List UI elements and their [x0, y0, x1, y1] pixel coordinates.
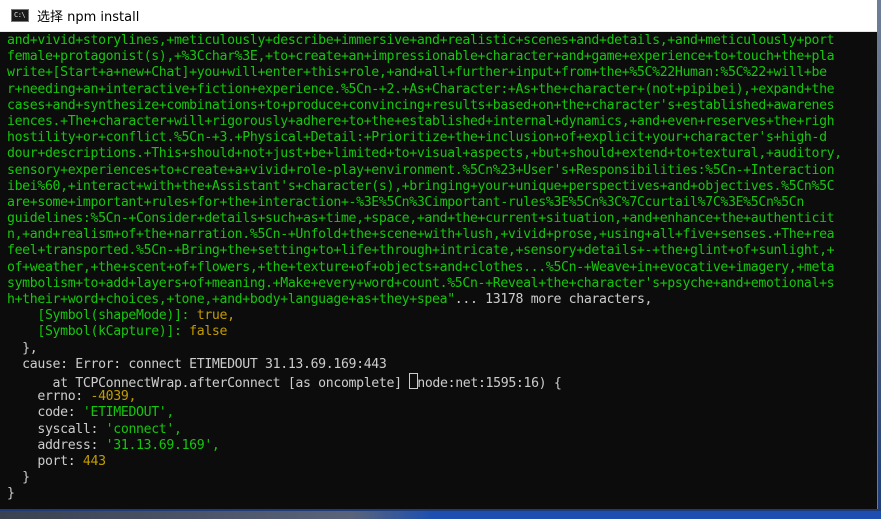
- terminal-output[interactable]: and+vivid+storylines,+meticulously+descr…: [7, 33, 878, 509]
- taskbar-strip: [0, 511, 881, 519]
- terminal-line-text: n,+and+realism+of+the+narration.%5Cn-+Un…: [7, 227, 835, 243]
- terminal-line: guidelines:%5Cn-+Consider+details+such+a…: [7, 211, 878, 227]
- terminal-line-value: 'ETIMEDOUT',: [82, 405, 174, 421]
- terminal-line: [Symbol(shapeMode)]: true,: [7, 308, 878, 324]
- terminal-line: errno: -4039,: [7, 389, 878, 405]
- terminal-line: iences.+The+character+will+rigorously+ad…: [7, 114, 878, 130]
- terminal-line-value: -4039,: [90, 389, 137, 405]
- terminal-line: address: '31.13.69.169',: [7, 438, 878, 454]
- terminal-line-text: [Symbol(shapeMode)]:: [7, 308, 197, 324]
- terminal-line-value: ... 13178 more characters,: [454, 292, 653, 307]
- terminal-line: }: [7, 470, 878, 486]
- terminal-line-text: ibei%60,+interact+with+the+Assistant's+c…: [7, 178, 835, 194]
- terminal-line: n,+and+realism+of+the+narration.%5Cn-+Un…: [7, 227, 878, 243]
- terminal-line-text: write+[Start+a+new+Chat]+you+will+enter+…: [7, 65, 827, 81]
- terminal-line: syscall: 'connect',: [7, 422, 878, 438]
- terminal-line-text: dour+descriptions.+This+should+not+just+…: [7, 146, 842, 162]
- terminal-line: hostility+or+conflict.%5Cn-+3.+Physical+…: [7, 130, 878, 146]
- terminal-line: at TCPConnectWrap.afterConnect [as oncom…: [7, 372, 878, 391]
- terminal-line-value: false: [189, 324, 228, 340]
- terminal-line-text: guidelines:%5Cn-+Consider+details+such+a…: [7, 211, 835, 227]
- window-title: 选择 npm install: [37, 10, 140, 25]
- terminal-line-text: are+some+important+rules+for+the+interac…: [7, 194, 804, 210]
- terminal-line-text: },: [7, 340, 38, 356]
- console-icon-label: C:\: [14, 11, 26, 19]
- terminal-line: dour+descriptions.+This+should+not+just+…: [7, 146, 878, 162]
- terminal-line-text: [Symbol(kCapture)]:: [7, 324, 190, 340]
- terminal-line-text: and+vivid+storylines,+meticulously+descr…: [7, 33, 835, 48]
- terminal-line: [Symbol(kCapture)]: false: [7, 324, 878, 340]
- terminal-line: port: 443: [7, 454, 878, 470]
- terminal-line: h+their+word+choices,+tone,+and+body+lan…: [7, 292, 878, 308]
- terminal-line: cause: Error: connect ETIMEDOUT 31.13.69…: [7, 357, 878, 373]
- terminal-line: ibei%60,+interact+with+the+Assistant's+c…: [7, 179, 878, 195]
- console-window[interactable]: C:\ 选择 npm install and+vivid+storylines,…: [0, 0, 878, 509]
- terminal-line: }: [7, 486, 878, 502]
- terminal-line-text: cause: Error: connect ETIMEDOUT 31.13.69…: [7, 356, 387, 372]
- terminal-line-text: of+weather,+the+scent+of+flowers,+the+te…: [7, 259, 835, 275]
- terminal-line-text: hostility+or+conflict.%5Cn-+3.+Physical+…: [7, 130, 827, 146]
- terminal-line-text: h+their+word+choices,+tone,+and+body+lan…: [7, 292, 455, 307]
- terminal-line-text: code:: [7, 405, 83, 421]
- terminal-line: and+vivid+storylines,+meticulously+descr…: [7, 33, 878, 49]
- terminal-line: are+some+important+rules+for+the+interac…: [7, 195, 878, 211]
- scrollbar[interactable]: [873, 32, 877, 508]
- terminal-line: r+needing+an+interactive+fiction+experie…: [7, 82, 878, 98]
- terminal-line-value: true,: [196, 308, 235, 324]
- terminal-line-value: 443: [82, 453, 106, 469]
- terminal-line-text: sensory+experiences+to+create+a+vivid+ro…: [7, 162, 835, 178]
- terminal-line: symbolism+to+add+layers+of+meaning.+Make…: [7, 276, 878, 292]
- terminal-line: female+protagonist(s),+%3Cchar%3E,+to+cr…: [7, 49, 878, 65]
- terminal-line-text: port:: [7, 453, 83, 469]
- terminal-line-text: address:: [7, 437, 106, 453]
- terminal-line: sensory+experiences+to+create+a+vivid+ro…: [7, 163, 878, 179]
- terminal-line-text: female+protagonist(s),+%3Cchar%3E,+to+cr…: [7, 49, 835, 65]
- terminal-line-text: syscall:: [7, 421, 106, 437]
- terminal-line: cases+and+synthesize+combinations+to+pro…: [7, 98, 878, 114]
- terminal-line: of+weather,+the+scent+of+flowers,+the+te…: [7, 260, 878, 276]
- terminal-line-text: feel+transported.%5Cn-+Bring+the+setting…: [7, 243, 835, 259]
- terminal-line-text: errno:: [7, 389, 91, 405]
- terminal-line-text: }: [7, 486, 15, 502]
- terminal-line-value: '31.13.69.169',: [105, 437, 220, 453]
- terminal-line: feel+transported.%5Cn-+Bring+the+setting…: [7, 243, 878, 259]
- title-bar[interactable]: C:\ 选择 npm install: [0, 0, 877, 32]
- terminal-line-value: node:net:1595:16) {: [417, 375, 562, 391]
- terminal-line-text: }: [7, 470, 30, 486]
- terminal-line-text: cases+and+synthesize+combinations+to+pro…: [7, 97, 835, 113]
- terminal-line-text: r+needing+an+interactive+fiction+experie…: [7, 81, 835, 97]
- terminal-line-text: iences.+The+character+will+rigorously+ad…: [7, 113, 835, 129]
- terminal-line-value: 'connect',: [105, 421, 182, 437]
- terminal-line: write+[Start+a+new+Chat]+you+will+enter+…: [7, 65, 878, 81]
- terminal-line: code: 'ETIMEDOUT',: [7, 405, 878, 421]
- console-app-icon: C:\: [11, 9, 29, 22]
- terminal-line: },: [7, 341, 878, 357]
- terminal-line-text: symbolism+to+add+layers+of+meaning.+Make…: [7, 275, 835, 291]
